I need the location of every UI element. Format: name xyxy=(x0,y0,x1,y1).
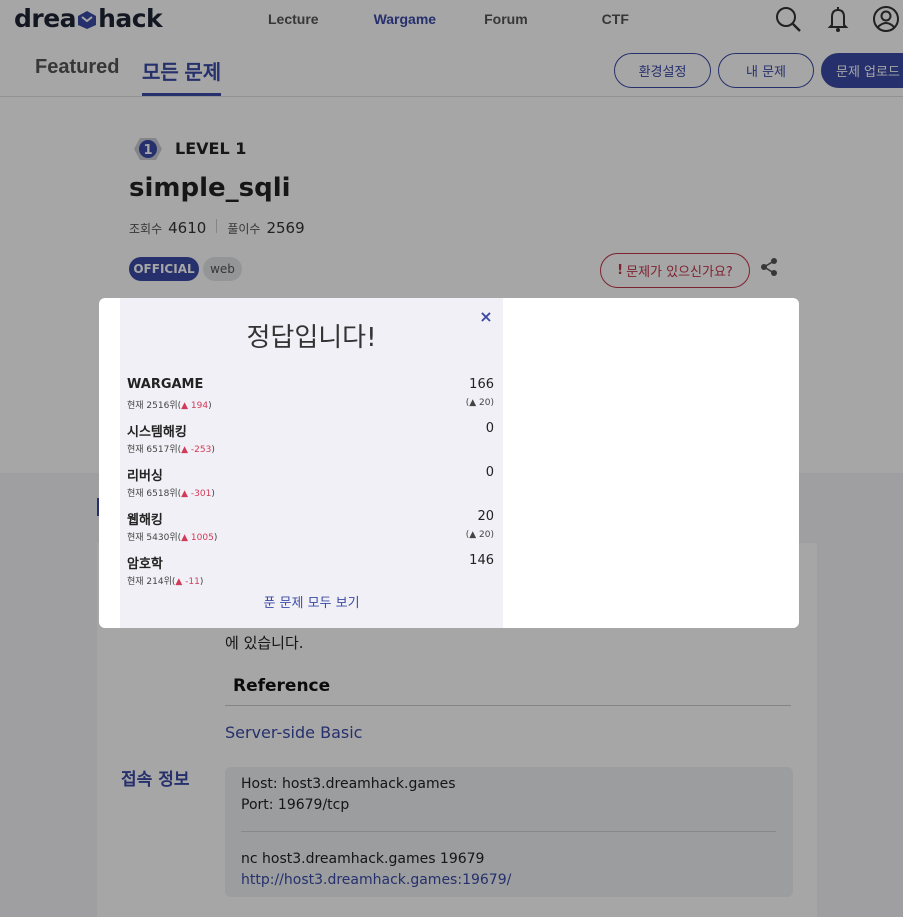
rank-delta: ▲ -301 xyxy=(181,489,212,499)
rank-position: 현재 6518위(▲ -301) xyxy=(127,489,215,499)
rank-position: 현재 5430위(▲ 1005) xyxy=(127,533,218,543)
rank-score: 20 xyxy=(477,509,494,524)
rank-delta: ▲ -253 xyxy=(181,445,212,455)
rank-category: 시스템해킹 xyxy=(127,425,187,440)
rank-category: WARGAME xyxy=(127,377,204,392)
rank-position: 현재 2516위(▲ 194) xyxy=(127,401,212,411)
rank-category: 리버싱 xyxy=(127,469,163,484)
rank-position: 현재 6517위(▲ -253) xyxy=(127,445,215,455)
rank-category: 암호학 xyxy=(127,557,163,572)
rank-score: 0 xyxy=(485,421,494,436)
score-gain: (▲ 20) xyxy=(465,398,494,408)
rank-row-system: 시스템해킹 0 현재 6517위(▲ -253) xyxy=(127,421,494,465)
rank-delta: ▲ 194 xyxy=(181,401,209,411)
rank-row-web: 웹해킹 20 현재 5430위(▲ 1005) (▲ 20) xyxy=(127,509,494,553)
rank-score: 0 xyxy=(485,465,494,480)
modal-rank-panel: 정답입니다! × WARGAME 166 현재 2516위(▲ 194) (▲ … xyxy=(120,298,503,628)
correct-answer-modal: 정답입니다! × WARGAME 166 현재 2516위(▲ 194) (▲ … xyxy=(99,298,799,628)
modal-title: 정답입니다! xyxy=(246,323,377,353)
rank-category: 웹해킹 xyxy=(127,513,163,528)
score-gain: (▲ 20) xyxy=(465,530,494,540)
rank-score: 146 xyxy=(469,553,494,568)
rank-row-wargame: WARGAME 166 현재 2516위(▲ 194) (▲ 20) xyxy=(127,377,494,421)
view-solved-problems-link[interactable]: 푼 문제 모두 보기 xyxy=(120,592,503,611)
rank-score: 166 xyxy=(469,377,494,392)
rank-delta: ▲ -11 xyxy=(175,577,200,587)
rank-delta: ▲ 1005 xyxy=(181,533,214,543)
rank-row-crypto: 암호학 146 현재 214위(▲ -11) xyxy=(127,553,494,597)
rank-position: 현재 214위(▲ -11) xyxy=(127,577,204,587)
close-icon[interactable]: × xyxy=(477,308,495,326)
rank-row-reversing: 리버싱 0 현재 6518위(▲ -301) xyxy=(127,465,494,509)
